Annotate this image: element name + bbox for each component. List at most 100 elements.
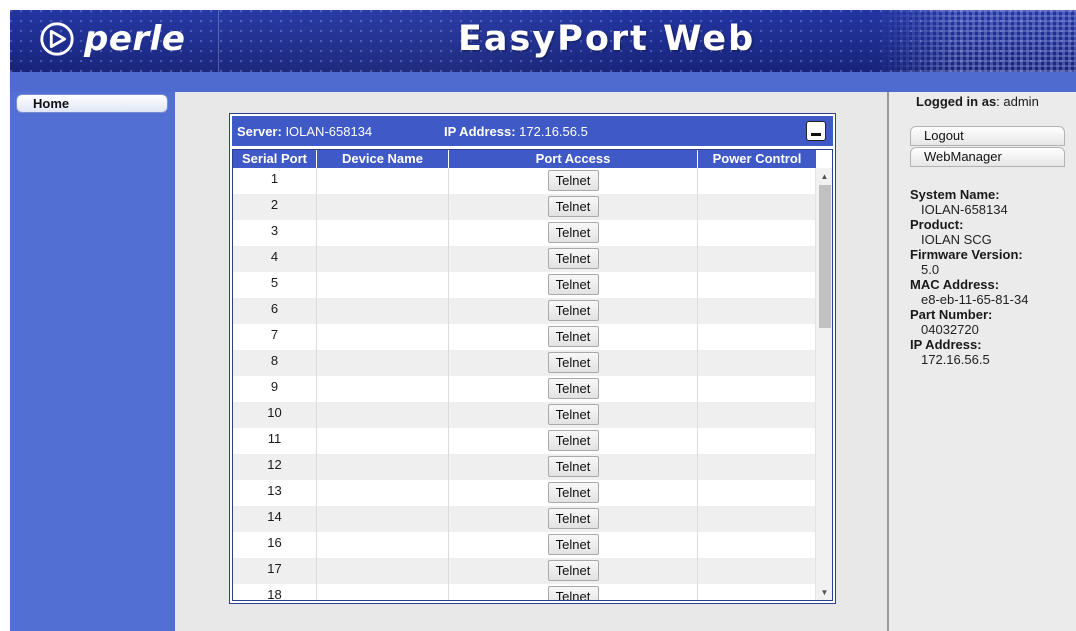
power-control-cell	[698, 532, 816, 558]
port-access-cell: Telnet	[449, 480, 698, 506]
info-key: System Name:	[910, 187, 1000, 202]
device-name-cell	[317, 506, 449, 532]
telnet-button[interactable]: Telnet	[547, 508, 599, 529]
info-key: MAC Address:	[910, 277, 1000, 292]
table-header: Serial Port Device Name Port Access Powe…	[233, 150, 816, 168]
power-control-cell	[698, 298, 816, 324]
serial-port-cell: 18	[233, 584, 317, 600]
port-access-cell: Telnet	[449, 272, 698, 298]
scroll-down-arrow-icon[interactable]: ▼	[816, 584, 832, 600]
info-value: 04032720	[921, 322, 979, 337]
telnet-button[interactable]: Telnet	[547, 170, 599, 191]
power-control-cell	[698, 454, 816, 480]
table-row: 11 Telnet	[233, 428, 816, 454]
device-name-cell	[317, 558, 449, 584]
server-info: Server: IOLAN-658134	[237, 124, 372, 139]
table-row: 6 Telnet	[233, 298, 816, 324]
logout-button[interactable]: Logout	[910, 126, 1065, 146]
telnet-button[interactable]: Telnet	[547, 196, 599, 217]
telnet-button[interactable]: Telnet	[547, 430, 599, 451]
serial-port-cell: 9	[233, 376, 317, 402]
telnet-button[interactable]: Telnet	[547, 352, 599, 373]
port-access-cell: Telnet	[449, 558, 698, 584]
device-name-cell	[317, 376, 449, 402]
perle-logo: perle	[38, 19, 185, 59]
port-access-cell: Telnet	[449, 168, 698, 194]
device-name-cell	[317, 194, 449, 220]
device-name-cell	[317, 298, 449, 324]
telnet-button[interactable]: Telnet	[547, 482, 599, 503]
header-decoration	[876, 10, 1076, 72]
table-row: 14 Telnet	[233, 506, 816, 532]
info-value: IOLAN SCG	[921, 232, 992, 247]
server-panel-header: Server: IOLAN-658134 IP Address: 172.16.…	[232, 116, 833, 146]
nav-item-home[interactable]: Home	[16, 94, 168, 113]
info-value: e8-eb-11-65-81-34	[921, 292, 1029, 307]
power-control-cell	[698, 506, 816, 532]
telnet-button[interactable]: Telnet	[547, 248, 599, 269]
info-key: Firmware Version:	[910, 247, 1023, 262]
device-name-cell	[317, 168, 449, 194]
device-name-cell	[317, 246, 449, 272]
ip-label: IP Address:	[444, 124, 516, 139]
power-control-cell	[698, 220, 816, 246]
telnet-button[interactable]: Telnet	[547, 274, 599, 295]
table-row: 3 Telnet	[233, 220, 816, 246]
power-control-cell	[698, 324, 816, 350]
main-content: Server: IOLAN-658134 IP Address: 172.16.…	[175, 92, 887, 631]
table-row: 18 Telnet	[233, 584, 816, 600]
logged-in-status: Logged in as: admin	[916, 94, 1039, 109]
serial-port-cell: 5	[233, 272, 317, 298]
table-row: 1 Telnet	[233, 168, 816, 194]
device-name-cell	[317, 454, 449, 480]
serial-port-cell: 7	[233, 324, 317, 350]
telnet-button[interactable]: Telnet	[547, 534, 599, 555]
port-access-cell: Telnet	[449, 376, 698, 402]
power-control-cell	[698, 194, 816, 220]
table-row: 16 Telnet	[233, 532, 816, 558]
telnet-button[interactable]: Telnet	[547, 560, 599, 581]
serial-port-cell: 12	[233, 454, 317, 480]
power-control-cell	[698, 428, 816, 454]
telnet-button[interactable]: Telnet	[547, 326, 599, 347]
scrollbar-thumb[interactable]	[819, 185, 831, 328]
device-name-cell	[317, 480, 449, 506]
device-name-cell	[317, 220, 449, 246]
app-title: EasyPort Web	[458, 19, 756, 59]
column-header-port-access: Port Access	[449, 150, 698, 168]
serial-port-cell: 10	[233, 402, 317, 428]
power-control-cell	[698, 584, 816, 600]
column-header-device-name: Device Name	[317, 150, 449, 168]
port-access-cell: Telnet	[449, 324, 698, 350]
table-row: 17 Telnet	[233, 558, 816, 584]
table-body: 1 Telnet 2 Telnet 3 Telnet 4 Telnet 5 Telnet 6 Teln…	[233, 168, 816, 600]
table-row: 13 Telnet	[233, 480, 816, 506]
table-row: 2 Telnet	[233, 194, 816, 220]
table-row: 8 Telnet	[233, 350, 816, 376]
info-value: 5.0	[921, 262, 940, 277]
power-control-cell	[698, 376, 816, 402]
serial-port-cell: 3	[233, 220, 317, 246]
scroll-up-arrow-icon[interactable]: ▲	[816, 168, 832, 185]
serial-port-cell: 11	[233, 428, 317, 454]
webmanager-button[interactable]: WebManager	[910, 147, 1065, 167]
left-sidebar: Home	[10, 92, 175, 631]
telnet-button[interactable]: Telnet	[547, 404, 599, 425]
power-control-cell	[698, 246, 816, 272]
serial-port-cell: 13	[233, 480, 317, 506]
port-access-cell: Telnet	[449, 298, 698, 324]
serial-port-cell: 16	[233, 532, 317, 558]
telnet-button[interactable]: Telnet	[547, 586, 599, 600]
table-scrollbar[interactable]: ▲ ▼	[815, 168, 832, 600]
device-name-cell	[317, 324, 449, 350]
telnet-button[interactable]: Telnet	[547, 378, 599, 399]
device-name-cell	[317, 350, 449, 376]
telnet-button[interactable]: Telnet	[547, 456, 599, 477]
serial-port-cell: 2	[233, 194, 317, 220]
telnet-button[interactable]: Telnet	[547, 300, 599, 321]
minimize-button[interactable]	[806, 121, 826, 141]
telnet-button[interactable]: Telnet	[547, 222, 599, 243]
power-control-cell	[698, 402, 816, 428]
port-access-cell: Telnet	[449, 454, 698, 480]
info-key: Part Number:	[910, 307, 993, 322]
